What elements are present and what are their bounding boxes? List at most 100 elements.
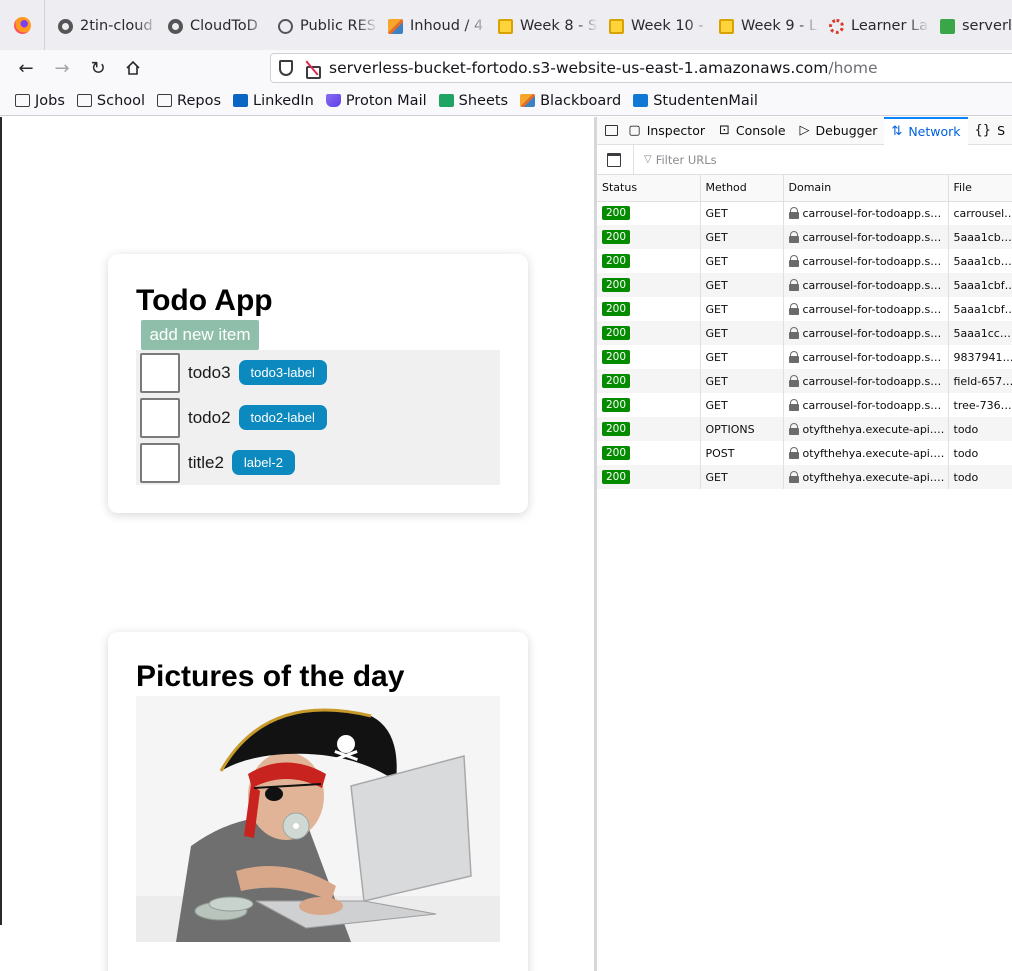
todo-checkbox[interactable] — [140, 442, 180, 483]
todo-list: todo3 todo3-label todo2 todo2-label titl… — [136, 350, 500, 485]
status-cell: 200 — [597, 441, 701, 465]
tracking-shield-icon[interactable] — [279, 60, 293, 76]
table-row[interactable]: 200 GET carrousel-for-todoapp.s3.... 5aaa1c… — [597, 273, 1012, 297]
bookmark-school[interactable]: School — [76, 93, 145, 109]
clear-trash-icon[interactable] — [607, 152, 621, 167]
status-code-badge: 200 — [602, 398, 631, 412]
column-header-file[interactable]: File — [948, 175, 1012, 202]
tab-title: CloudToD — [190, 18, 258, 34]
week-icon — [719, 18, 734, 34]
tab-week-9[interactable]: Week 9 - L — [719, 14, 819, 38]
table-row[interactable]: 200 GET carrousel-for-todoapp.s3.... 5aaa1c… — [597, 297, 1012, 321]
table-row[interactable]: 200 GET carrousel-for-todoapp.s3.... 5aaa1c… — [597, 249, 1012, 273]
bookmark-jobs[interactable]: Jobs — [15, 93, 65, 109]
table-row[interactable]: 200 GET carrousel-for-todoapp.s3.... 5aaa1c… — [597, 225, 1012, 249]
bookmark-label: Blackboard — [540, 92, 622, 109]
tab-week-10[interactable]: Week 10 - — [609, 14, 709, 38]
lock-icon — [788, 302, 799, 315]
tab-title: serverle — [962, 18, 1012, 34]
tab-style-editor[interactable]: {} S — [968, 117, 1012, 145]
element-picker-button[interactable] — [601, 117, 621, 145]
reload-button[interactable]: ↻ — [86, 56, 110, 80]
domain-cell: carrousel-for-todoapp.s3.... — [783, 201, 949, 225]
address-bar[interactable]: serverless-bucket-fortodo.s3-website-us-… — [270, 53, 1012, 83]
debugger-icon: ▷ — [799, 123, 810, 138]
tab-inhoud[interactable]: Inhoud / 4 — [388, 14, 488, 38]
bookmark-linkedin[interactable]: LinkedIn — [233, 93, 314, 109]
todo-item: title2 label-2 — [136, 440, 500, 485]
tab-cloudtodo[interactable]: CloudToD — [168, 14, 268, 38]
tab-public-res[interactable]: Public RES — [278, 14, 378, 38]
back-button[interactable]: ← — [14, 56, 38, 80]
tab-title: Week 9 - L — [741, 18, 818, 34]
domain-text: otyfthehya.execute-api.u... — [802, 470, 948, 484]
week-icon — [609, 18, 624, 34]
filter-urls-input[interactable]: ▽ Filter URLs — [633, 144, 717, 175]
status-code-badge: 200 — [602, 446, 631, 460]
firefox-menu-button[interactable] — [0, 0, 45, 50]
picture-of-the-day — [136, 696, 500, 942]
url-path: /home — [828, 59, 878, 77]
bookmark-proton-mail[interactable]: Proton Mail — [325, 92, 427, 109]
bookmark-label: Jobs — [35, 92, 65, 109]
linkedin-icon — [233, 94, 249, 107]
column-header-status[interactable]: Status — [597, 175, 701, 202]
insecure-lock-icon[interactable] — [305, 60, 321, 79]
lock-icon — [788, 446, 799, 459]
status-code-badge: 200 — [602, 350, 631, 364]
inspector-icon: ▢ — [628, 123, 641, 138]
column-header-domain[interactable]: Domain — [783, 175, 949, 202]
lock-icon — [788, 254, 799, 267]
tab-console[interactable]: ⊡ Console — [712, 117, 793, 145]
domain-cell: carrousel-for-todoapp.s3.... — [783, 393, 949, 417]
table-row[interactable]: 200 GET carrousel-for-todoapp.s3.... tree-7… — [597, 393, 1012, 417]
bookmark-repos[interactable]: Repos — [157, 93, 221, 109]
bookmark-label: Proton Mail — [345, 92, 427, 109]
status-cell: 200 — [597, 297, 701, 321]
window-edge — [0, 117, 2, 925]
tab-2tin-cloud[interactable]: 2tin-cloud — [58, 14, 158, 38]
tab-title: Learner La — [851, 18, 928, 34]
table-row[interactable]: 200 GET otyfthehya.execute-api.u... todo — [597, 465, 1012, 489]
proton-mail-icon — [325, 94, 341, 107]
todo-checkbox[interactable] — [140, 352, 180, 393]
file-cell: 5aaa1cbfc1 — [948, 297, 1012, 321]
status-cell: 200 — [597, 417, 701, 441]
table-row[interactable]: 200 GET carrousel-for-todoapp.s3.... carrou… — [597, 201, 1012, 225]
todo-card: Todo App add new item todo3 todo3-label … — [108, 254, 528, 513]
domain-cell: otyfthehya.execute-api.u... — [783, 417, 949, 441]
tab-week-8[interactable]: Week 8 - S — [498, 14, 598, 38]
openai-icon — [278, 18, 293, 34]
lock-icon — [788, 326, 799, 339]
todo-checkbox[interactable] — [140, 397, 180, 438]
tab-network[interactable]: ⇅ Network — [884, 117, 968, 145]
table-row[interactable]: 200 POST otyfthehya.execute-api.u... todo — [597, 441, 1012, 465]
web-page: Todo App add new item todo3 todo3-label … — [0, 117, 596, 971]
filter-funnel-icon: ▽ — [644, 154, 652, 165]
file-cell: 5aaa1cbf88 — [948, 273, 1012, 297]
bookmark-blackboard[interactable]: Blackboard — [520, 93, 621, 109]
todo-title: todo3 — [188, 362, 231, 382]
table-row[interactable]: 200 GET carrousel-for-todoapp.s3.... field-… — [597, 369, 1012, 393]
table-row[interactable]: 200 GET carrousel-for-todoapp.s3.... 983794… — [597, 345, 1012, 369]
folder-icon — [15, 94, 30, 107]
add-new-item-button[interactable]: add new item — [141, 320, 259, 350]
table-row[interactable]: 200 OPTIONS otyfthehya.execute-api.u... tod… — [597, 417, 1012, 441]
bookmark-sheets[interactable]: Sheets — [438, 93, 508, 109]
tab-inspector[interactable]: ▢ Inspector — [621, 117, 712, 145]
forward-button[interactable]: → — [50, 56, 74, 80]
table-row[interactable]: 200 GET carrousel-for-todoapp.s3.... 5aaa1c… — [597, 321, 1012, 345]
tab-label: Console — [735, 123, 786, 138]
method-cell: GET — [700, 249, 784, 273]
home-button[interactable] — [121, 56, 145, 80]
devtools-tab-bar: ▢ Inspector ⊡ Console ▷ Debugger ⇅ Network {… — [597, 117, 1012, 145]
devtools-panel: ▢ Inspector ⊡ Console ▷ Debugger ⇅ Network {… — [597, 117, 1012, 971]
tab-learner-lab[interactable]: Learner La — [829, 14, 929, 38]
status-code-badge: 200 — [602, 206, 631, 221]
method-cell: GET — [700, 393, 784, 417]
bookmark-studentenmail[interactable]: StudentenMail — [633, 93, 758, 109]
tab-serverless[interactable]: serverle — [940, 14, 1012, 38]
column-header-method[interactable]: Method — [700, 175, 784, 202]
tab-debugger[interactable]: ▷ Debugger — [793, 117, 885, 145]
status-code-badge: 200 — [602, 230, 631, 244]
